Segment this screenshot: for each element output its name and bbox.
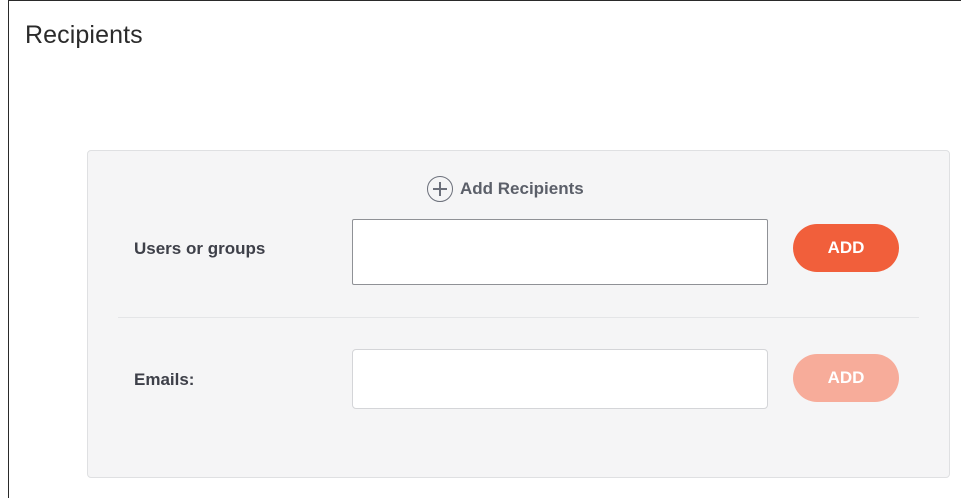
- row-divider: [118, 317, 919, 318]
- add-recipients-label: Add Recipients: [460, 179, 584, 198]
- emails-label: Emails:: [134, 370, 195, 389]
- recipients-panel: Add Recipients Users or groups ADD Email…: [87, 150, 950, 478]
- emails-input[interactable]: [352, 349, 768, 409]
- section-title: Recipients: [25, 21, 143, 49]
- recipients-section: Recipients Add Recipients Users or group…: [8, 0, 961, 498]
- add-recipients-link[interactable]: Add Recipients: [427, 175, 584, 203]
- users-or-groups-label: Users or groups: [134, 239, 266, 258]
- plus-circle-icon: [427, 176, 453, 202]
- users-or-groups-input[interactable]: [352, 219, 768, 285]
- add-users-button[interactable]: ADD: [793, 224, 899, 272]
- add-emails-button[interactable]: ADD: [793, 354, 899, 402]
